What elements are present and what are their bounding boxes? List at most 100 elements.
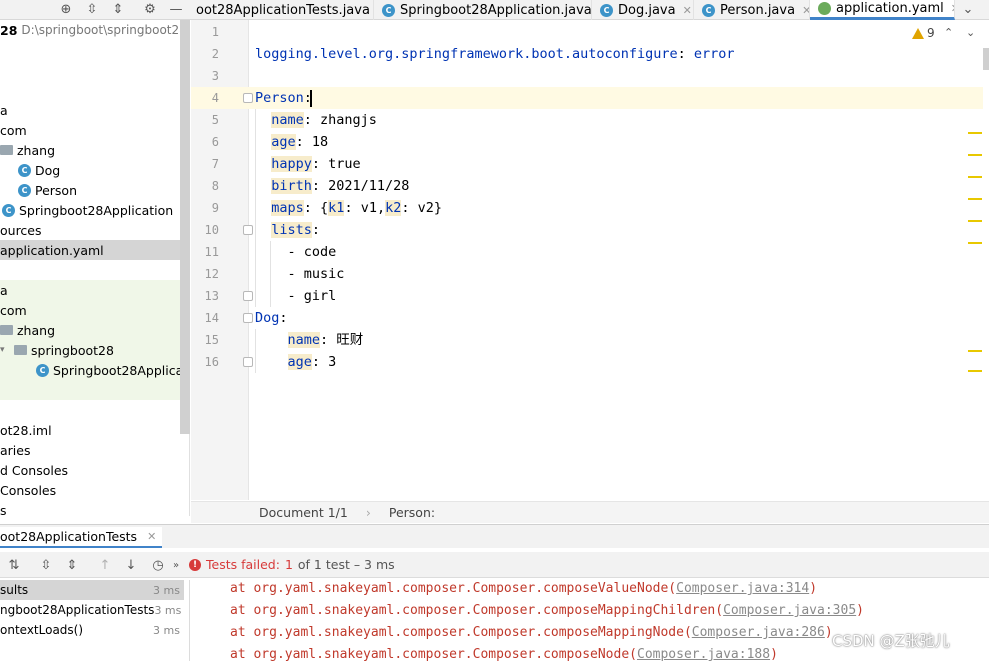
- tree-item[interactable]: com: [0, 120, 180, 140]
- expand-all-icon[interactable]: ⇳: [36, 555, 56, 575]
- tree-item[interactable]: a: [0, 100, 180, 120]
- line-number: 5: [211, 113, 219, 127]
- project-root[interactable]: 28 D:\springboot\springboot28: [0, 20, 187, 40]
- code-line[interactable]: Person:: [255, 87, 312, 109]
- code-line[interactable]: maps: {k1: v1,k2: v2}: [255, 197, 442, 219]
- warning-stripe[interactable]: [968, 132, 982, 134]
- document-indicator[interactable]: Document 1/1: [259, 505, 348, 520]
- close-icon[interactable]: ✕: [951, 2, 954, 15]
- test-result-row[interactable]: sults 3 ms: [0, 580, 184, 600]
- test-result-time: 3 ms: [153, 623, 180, 637]
- tree-item[interactable]: com: [0, 300, 180, 320]
- fold-marker[interactable]: [243, 291, 253, 301]
- tree-item[interactable]: C Person: [0, 180, 180, 200]
- tree-item[interactable]: C Dog: [0, 160, 180, 180]
- warning-stripe[interactable]: [968, 176, 982, 178]
- code-line[interactable]: lists:: [255, 219, 320, 241]
- source-link[interactable]: Composer.java:286: [692, 625, 825, 640]
- warning-stripe[interactable]: [968, 198, 982, 200]
- line-number: 11: [204, 245, 219, 259]
- line-number: 10: [204, 223, 219, 237]
- tree-item[interactable]: a: [0, 280, 180, 300]
- fold-marker[interactable]: [243, 313, 253, 323]
- code-line[interactable]: name: 旺财: [255, 329, 363, 351]
- collapse-all-icon[interactable]: ⇕: [108, 0, 128, 19]
- breadcrumb-separator: ›: [365, 505, 371, 520]
- fold-marker[interactable]: [243, 93, 253, 103]
- test-result-label: ontextLoads(): [0, 623, 84, 637]
- more-icon[interactable]: »: [166, 555, 186, 575]
- arrow-down-icon[interactable]: ↓: [121, 555, 141, 575]
- warning-stripe[interactable]: [968, 220, 982, 222]
- project-scrollbar[interactable]: [180, 20, 190, 434]
- line-number: 15: [204, 333, 219, 347]
- code-line[interactable]: age: 3: [255, 351, 336, 373]
- tree-item[interactable]: zhang: [0, 140, 180, 160]
- tabs-dropdown-icon[interactable]: ⌄: [958, 0, 978, 19]
- tab-dog[interactable]: C Dog.java ✕: [592, 0, 694, 20]
- tree-item[interactable]: s: [0, 500, 180, 517]
- chevron-up-icon[interactable]: ⌃: [944, 26, 953, 39]
- close-icon[interactable]: ✕: [683, 4, 692, 17]
- tree-item-label: a: [0, 282, 8, 298]
- arrow-up-icon[interactable]: ↑: [95, 555, 115, 575]
- target-icon[interactable]: ⊕: [56, 0, 76, 19]
- stack-trace-line: at org.yaml.snakeyaml.composer.Composer.…: [230, 600, 864, 622]
- tree-item-label: s: [0, 502, 7, 517]
- tree-item[interactable]: C Springboot28Application: [0, 200, 180, 220]
- run-tab[interactable]: oot28ApplicationTests ✕: [0, 527, 163, 548]
- tab-springboot28-application[interactable]: C Springboot28Application.java ✕: [374, 0, 592, 20]
- sort-icon[interactable]: ⇅: [4, 555, 24, 575]
- tree-item[interactable]: zhang: [0, 320, 180, 340]
- history-icon[interactable]: ◷: [148, 555, 168, 575]
- close-icon[interactable]: ✕: [147, 530, 156, 543]
- line-number: 7: [211, 157, 219, 171]
- tree-item[interactable]: Consoles: [0, 480, 180, 500]
- test-result-time: 3 ms: [154, 603, 182, 617]
- source-link[interactable]: Composer.java:314: [676, 581, 809, 596]
- code-line[interactable]: - music: [255, 263, 345, 285]
- chevron-down-icon[interactable]: ⌄: [966, 26, 975, 39]
- test-result-row[interactable]: ontextLoads() 3 ms: [0, 620, 184, 640]
- inspection-widget[interactable]: 9: [912, 26, 935, 40]
- yaml-key: name: [271, 112, 304, 128]
- tab-application-yaml[interactable]: application.yaml ✕: [810, 0, 955, 20]
- tree-item[interactable]: d Consoles: [0, 460, 180, 480]
- expand-all-icon[interactable]: ⇳: [82, 0, 102, 19]
- code-line[interactable]: - girl: [255, 285, 337, 307]
- fold-marker[interactable]: [243, 357, 253, 367]
- tree-item[interactable]: ot28.iml: [0, 420, 180, 440]
- code-line[interactable]: name: zhangjs: [255, 109, 377, 131]
- warning-stripe[interactable]: [968, 242, 982, 244]
- code-line[interactable]: birth: 2021/11/28: [255, 175, 409, 197]
- warning-stripe[interactable]: [968, 370, 982, 372]
- tree-item[interactable]: C Springboot28Applicatio: [0, 360, 189, 380]
- source-link[interactable]: Composer.java:188: [637, 647, 770, 661]
- close-icon[interactable]: ✕: [802, 4, 809, 17]
- tree-item-label: zhang: [17, 322, 56, 338]
- tab-person[interactable]: C Person.java ✕: [694, 0, 810, 20]
- gear-icon[interactable]: ⚙: [140, 0, 160, 19]
- warning-stripe[interactable]: [968, 350, 982, 352]
- editor-scrollbar[interactable]: [983, 48, 989, 70]
- tree-item[interactable]: aries: [0, 440, 180, 460]
- tree-item[interactable]: ources: [0, 220, 180, 240]
- warning-icon: [912, 27, 924, 39]
- tree-item[interactable]: ▾ springboot28: [0, 340, 180, 360]
- source-link[interactable]: Composer.java:305: [723, 603, 856, 618]
- tree-item-label: d Consoles: [0, 462, 69, 478]
- minimize-icon[interactable]: —: [166, 0, 186, 19]
- tree-item-application-yaml[interactable]: application.yaml: [0, 240, 180, 260]
- code-line[interactable]: happy: true: [255, 153, 361, 175]
- code-line[interactable]: - code: [255, 241, 337, 263]
- code-line[interactable]: Dog:: [255, 307, 288, 329]
- test-result-row[interactable]: ngboot28ApplicationTests 3 ms: [0, 600, 184, 620]
- chevron-down-icon[interactable]: ▾: [0, 345, 10, 355]
- code-line[interactable]: age: 18: [255, 131, 328, 153]
- tab-application-tests[interactable]: oot28ApplicationTests.java ✕: [188, 0, 374, 20]
- warning-stripe[interactable]: [968, 154, 982, 156]
- code-line[interactable]: logging.level.org.springframework.boot.a…: [255, 43, 735, 65]
- fold-marker[interactable]: [243, 225, 253, 235]
- collapse-all-icon[interactable]: ⇕: [62, 555, 82, 575]
- breadcrumb-item[interactable]: Person:: [389, 505, 435, 520]
